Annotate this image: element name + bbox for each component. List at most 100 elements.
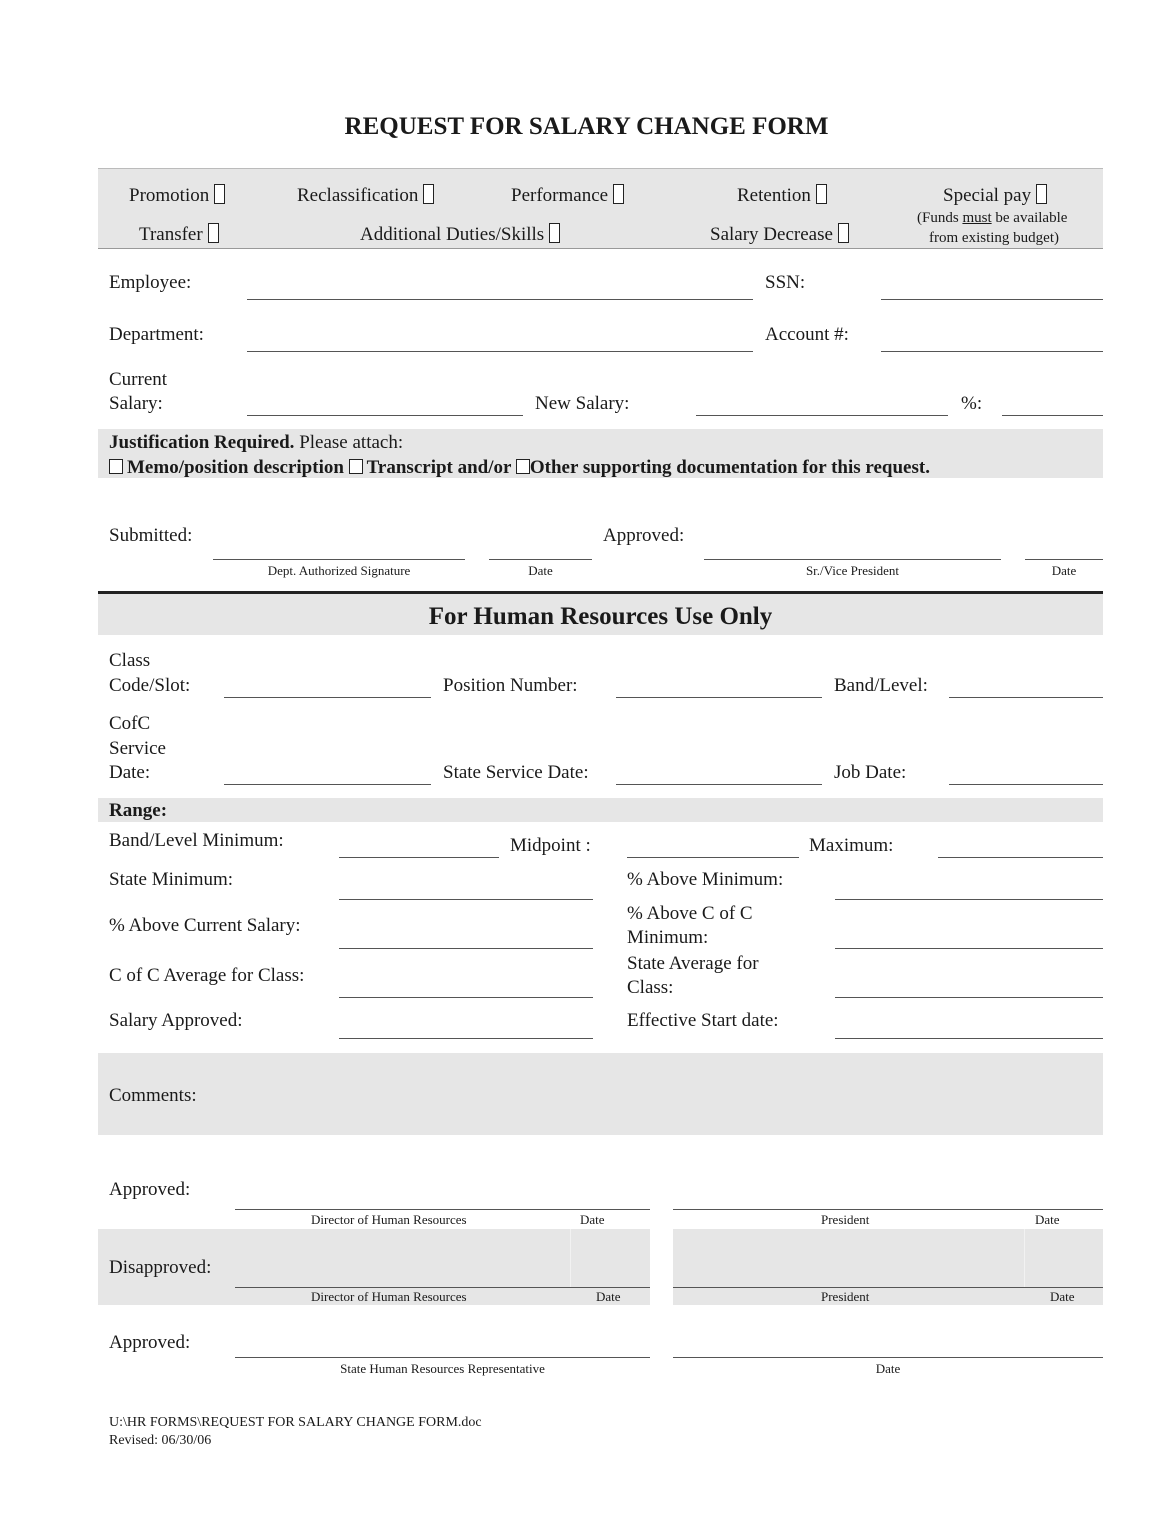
midpoint-label: Midpoint : [510,835,591,856]
transcript-checkbox[interactable] [348,459,363,474]
other-docs-checkbox[interactable] [515,459,530,474]
class-code-label-line2: Code/Slot: [109,675,191,696]
change-type-additional-duties[interactable]: Additional Duties/Skills [360,223,561,244]
employee-field[interactable] [247,299,753,300]
retention-checkbox[interactable] [815,184,827,204]
pct-above-current-salary-field[interactable] [339,948,593,949]
band-level-minimum-label: Band/Level Minimum: [109,830,284,851]
cofc-label-line3: Date: [109,762,151,783]
dept-signature-field[interactable] [213,559,465,560]
cofc-service-date-field[interactable] [224,784,431,785]
disapproved-date-divider-right [1024,1229,1025,1287]
state-minimum-label: State Minimum: [109,869,234,890]
change-type-special-pay[interactable]: Special pay [943,184,1048,205]
vp-date-caption: Date [1051,563,1077,578]
ssn-field[interactable] [881,299,1103,300]
effective-start-date-label: Effective Start date: [627,1010,779,1031]
state-date-caption: Date [875,1361,901,1376]
president-approved-caption: President [821,1212,870,1227]
new-salary-label: New Salary: [535,393,630,414]
president-disapproved-signature-field[interactable] [673,1287,1103,1288]
comments-field[interactable] [98,1053,1103,1135]
job-date-field[interactable] [949,784,1103,785]
performance-checkbox[interactable] [613,184,625,204]
promotion-checkbox[interactable] [214,184,226,204]
form-title: REQUEST FOR SALARY CHANGE FORM [344,113,829,140]
class-code-field[interactable] [224,697,431,698]
other-docs-option[interactable]: Other supporting documentation for this … [515,457,930,478]
band-level-minimum-field[interactable] [339,857,499,858]
change-type-retention[interactable]: Retention [737,184,827,205]
change-type-performance[interactable]: Performance [511,184,625,205]
state-average-field[interactable] [835,997,1103,998]
current-salary-field[interactable] [247,415,523,416]
state-rep-signature-field[interactable] [235,1357,650,1358]
dept-date-field[interactable] [489,559,592,560]
president-approved-date-caption: Date [1035,1212,1060,1227]
director-approved-caption: Director of Human Resources [311,1212,467,1227]
pct-above-current-salary-label: % Above Current Salary: [109,915,301,936]
special-pay-checkbox[interactable] [1036,184,1048,204]
president-disapproved-caption: President [821,1289,870,1304]
change-type-transfer[interactable]: Transfer [139,223,219,244]
disapproved-panel-right [673,1229,1103,1305]
band-level-label: Band/Level: [834,675,928,696]
memo-checkbox[interactable] [109,459,123,474]
change-type-reclassification[interactable]: Reclassification [297,184,435,205]
department-label: Department: [109,324,204,345]
pct-above-cofc-min-label-line1: % Above C of C [627,903,753,924]
footer-file-path: U:\HR FORMS\REQUEST FOR SALARY CHANGE FO… [109,1415,482,1430]
hr-section-title: For Human Resources Use Only [428,603,773,630]
percent-field[interactable] [1002,415,1103,416]
maximum-field[interactable] [938,857,1103,858]
dept-signature-caption: Dept. Authorized Signature [267,563,411,578]
director-disapproved-signature-field[interactable] [235,1287,650,1288]
cofc-label-line1: CofC [109,713,151,734]
midpoint-field[interactable] [627,857,799,858]
state-approved-label: Approved: [109,1332,191,1353]
vp-signature-field[interactable] [704,559,1001,560]
pct-above-minimum-field[interactable] [835,899,1103,900]
department-field[interactable] [247,351,753,352]
president-approved-signature-field[interactable] [673,1209,1103,1210]
new-salary-field[interactable] [696,415,948,416]
change-type-promotion[interactable]: Promotion [129,184,226,205]
state-rep-caption: State Human Resources Representative [340,1361,545,1376]
account-label: Account #: [765,324,849,345]
state-average-label-line1: State Average for [627,953,759,974]
state-average-label-line2: Class: [627,977,674,998]
state-service-date-field[interactable] [616,784,822,785]
salary-approved-field[interactable] [339,1038,593,1039]
justification-heading: Justification Required. Please attach: [109,432,404,453]
reclassification-checkbox[interactable] [423,184,435,204]
submitted-label: Submitted: [109,525,193,546]
memo-option[interactable]: Memo/position description [109,457,344,478]
state-date-field[interactable] [673,1357,1103,1358]
disapproved-date-divider-left [570,1229,571,1287]
director-approved-date-caption: Date [580,1212,605,1227]
maximum-label: Maximum: [809,835,894,856]
special-pay-note-line2: from existing budget) [929,230,1059,246]
transcript-option[interactable]: Transcript and/or [348,457,511,478]
additional-duties-checkbox[interactable] [549,223,561,243]
range-heading: Range: [109,800,168,821]
vp-date-field[interactable] [1025,559,1103,560]
current-salary-label-line1: Current [109,369,168,390]
director-disapproved-caption: Director of Human Resources [311,1289,467,1304]
director-approved-signature-field[interactable] [235,1209,650,1210]
cofc-average-label: C of C Average for Class: [109,965,305,986]
band-level-field[interactable] [949,697,1103,698]
transfer-checkbox[interactable] [207,223,219,243]
approved-label: Approved: [603,525,685,546]
cofc-average-field[interactable] [339,997,593,998]
account-field[interactable] [881,351,1103,352]
special-pay-note: (Funds must be available [917,210,1068,226]
position-number-field[interactable] [616,697,822,698]
pct-above-cofc-min-field[interactable] [835,948,1103,949]
pct-above-cofc-min-label-line2: Minimum: [627,927,709,948]
effective-start-date-field[interactable] [835,1038,1103,1039]
percent-label: %: [961,393,983,414]
change-type-salary-decrease[interactable]: Salary Decrease [710,223,849,244]
salary-decrease-checkbox[interactable] [837,223,849,243]
state-minimum-field[interactable] [339,899,593,900]
